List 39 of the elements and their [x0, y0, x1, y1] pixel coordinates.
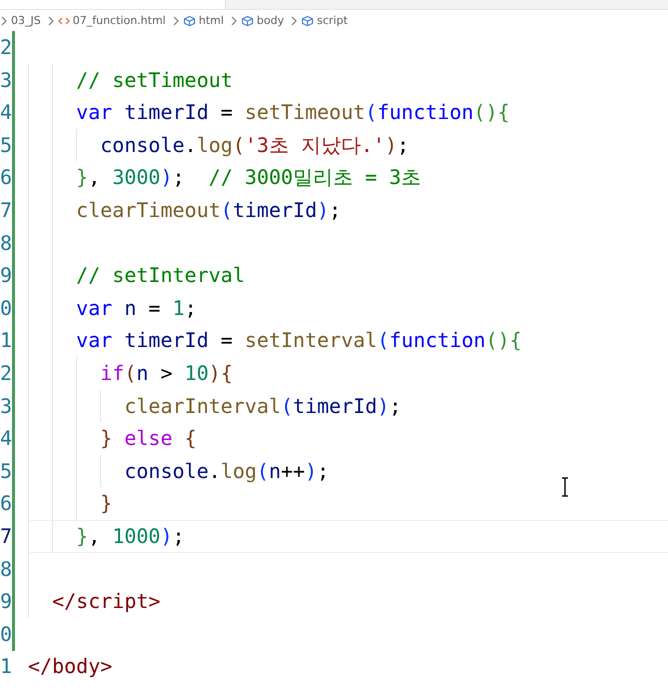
chevron-icon [172, 14, 180, 26]
code-line: }, 1000); [75, 524, 185, 548]
code-brackets-icon [58, 14, 70, 26]
code-line: console.log(n++); [123, 458, 330, 483]
chevron-icon [230, 14, 238, 26]
code-line: </body> [28, 654, 112, 678]
chevron-icon [290, 14, 298, 26]
code-line: } else { [99, 426, 197, 450]
line-number: 2 [0, 34, 8, 61]
code-line: } [99, 491, 112, 516]
code-line: console.log('3초 지났다.'); [99, 132, 410, 157]
code-line: var timerId = setInterval(function(){ [75, 328, 522, 352]
line-number: 5 [0, 458, 8, 485]
cube-icon [240, 14, 254, 26]
code-line: clearInterval(timerId); [123, 394, 402, 418]
breadcrumb-item[interactable]: 07_function.html [72, 14, 166, 27]
text-cursor-icon [561, 477, 569, 497]
line-number: 3 [0, 66, 8, 94]
breadcrumb-item[interactable]: 03_JS [11, 14, 41, 27]
code-line: clearTimeout(timerId); [75, 198, 342, 222]
cube-icon [182, 14, 196, 26]
code-line: </script> [51, 589, 160, 614]
code-line: // setInterval [75, 263, 245, 288]
code-line: var n = 1; [75, 296, 197, 320]
line-number: 5 [0, 132, 8, 159]
code-line: }, 3000); // 3000밀리초 = 3초 [75, 165, 422, 190]
code-line: // setTimeout [75, 68, 233, 92]
breadcrumb-item[interactable]: script [317, 14, 348, 27]
line-number: 7 [0, 522, 8, 550]
chevron-icon [0, 14, 8, 26]
line-number: 2 [0, 360, 8, 387]
breadcrumb-item[interactable]: body [256, 14, 284, 27]
code-line: if(n > 10){ [99, 360, 233, 385]
breadcrumb-item[interactable]: html [198, 14, 224, 27]
code-line: var timerId = setTimeout(function(){ [75, 100, 510, 124]
line-number: 7 [0, 196, 8, 224]
line-number: 3 [0, 392, 8, 420]
cube-icon [301, 14, 314, 26]
chevron-icon [46, 14, 55, 26]
